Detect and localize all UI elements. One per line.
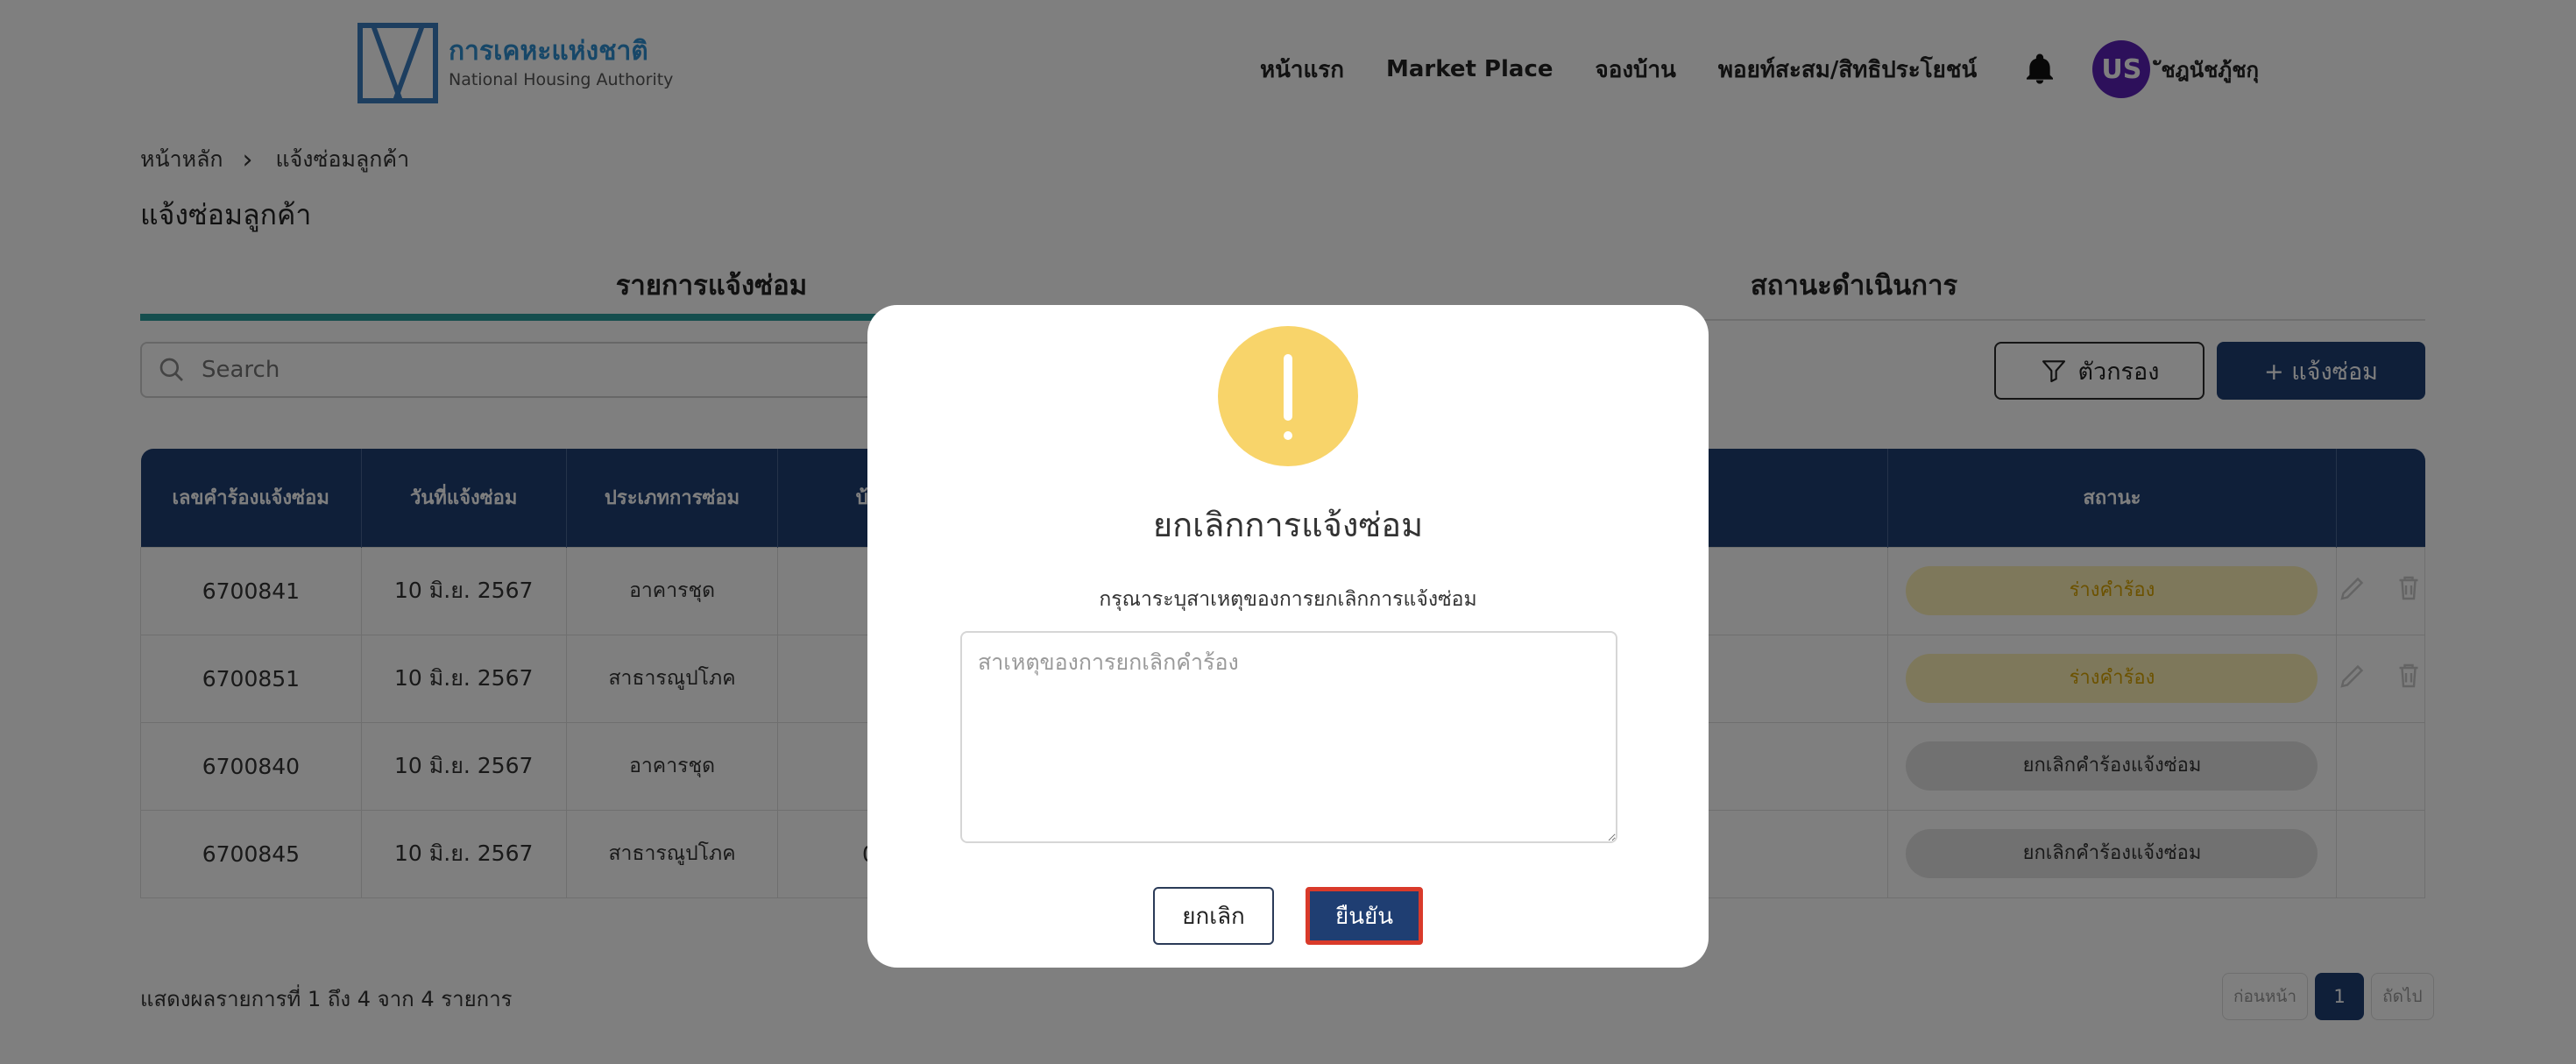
modal-subtitle: กรุณาระบุสาเหตุของการยกเลิกการแจ้งซ่อม: [1099, 588, 1477, 611]
warning-icon: [1218, 326, 1358, 466]
cancel-repair-modal: ยกเลิกการแจ้งซ่อม กรุณาระบุสาเหตุของการย…: [867, 305, 1709, 968]
confirm-button[interactable]: ยืนยัน: [1306, 887, 1423, 945]
cancel-reason-textarea[interactable]: [960, 631, 1617, 843]
modal-title: ยกเลิกการแจ้งซ่อม: [1152, 506, 1424, 544]
cancel-button[interactable]: ยกเลิก: [1153, 887, 1274, 945]
